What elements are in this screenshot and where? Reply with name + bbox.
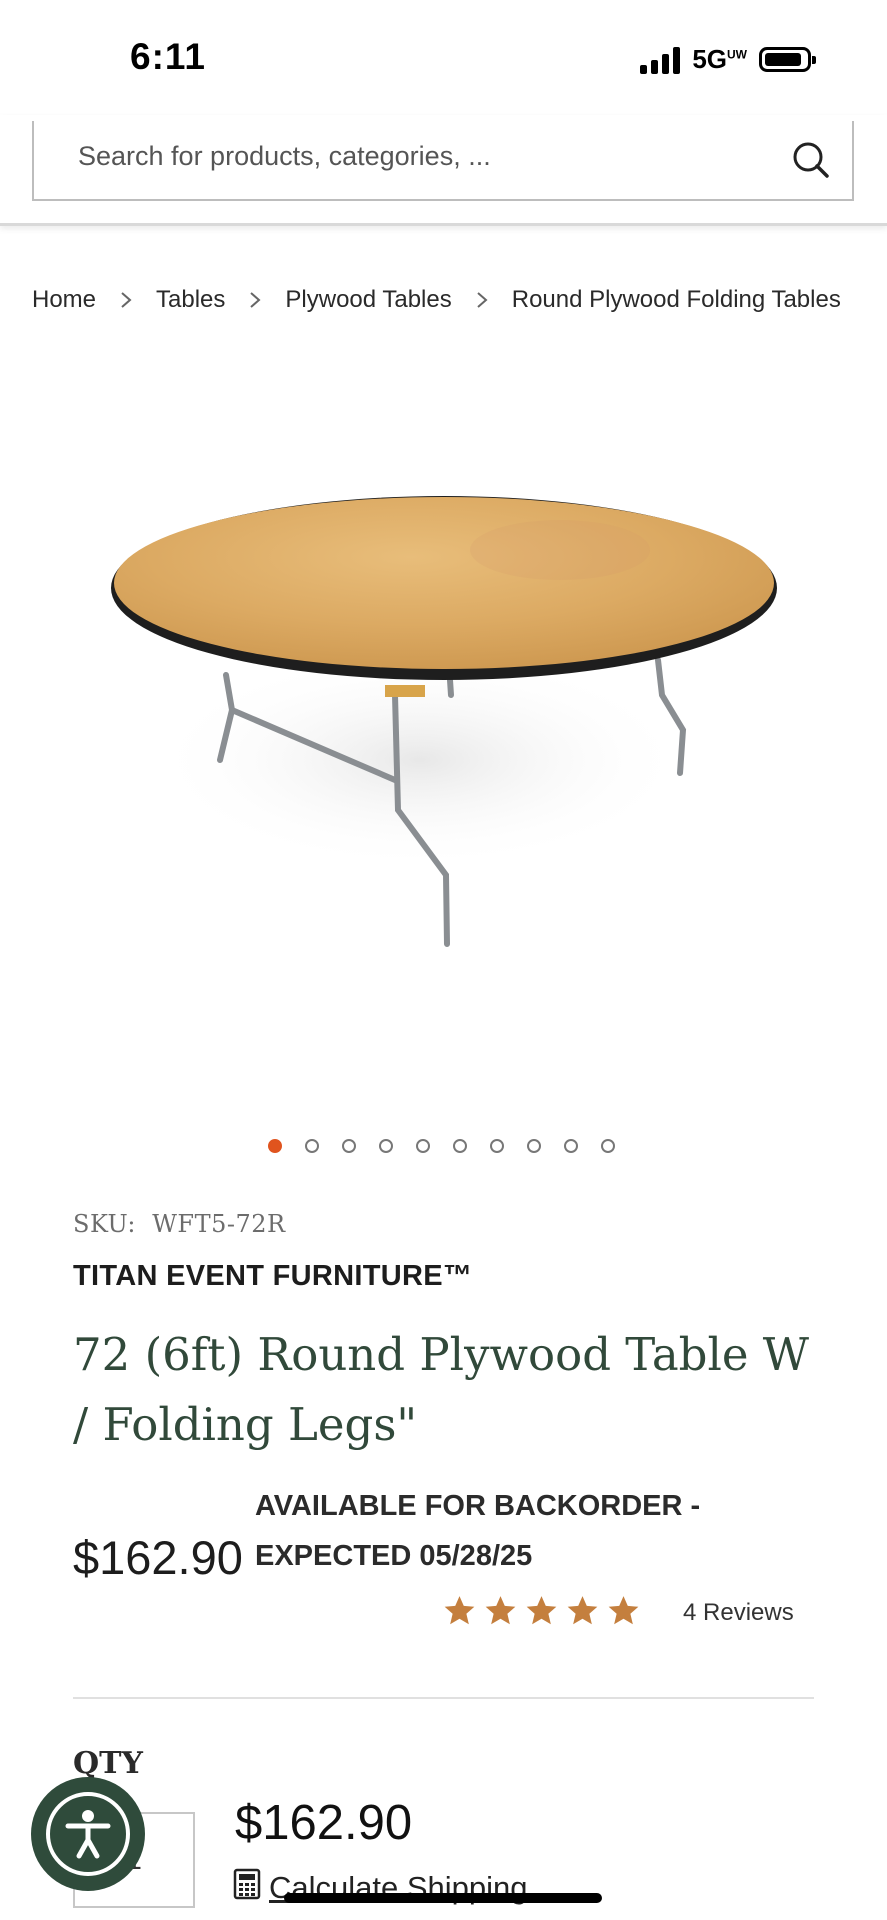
breadcrumb-home[interactable]: Home bbox=[32, 286, 96, 314]
chevron-right-icon bbox=[245, 290, 265, 310]
product-sku: SKU: WFT5-72R bbox=[73, 1210, 286, 1238]
carousel-dot-6[interactable] bbox=[453, 1139, 467, 1153]
star-icon bbox=[567, 1596, 598, 1625]
availability-status: AVAILABLE FOR BACKORDER - EXPECTED 05/28… bbox=[255, 1490, 701, 1572]
search-bar bbox=[32, 121, 854, 201]
carousel-dot-3[interactable] bbox=[342, 1139, 356, 1153]
carousel-dot-5[interactable] bbox=[416, 1139, 430, 1153]
accessibility-button[interactable] bbox=[31, 1777, 145, 1891]
status-indicators: 5GUW bbox=[640, 44, 816, 75]
image-carousel-dots bbox=[268, 1139, 615, 1153]
battery-icon bbox=[759, 47, 816, 72]
star-icon bbox=[526, 1596, 557, 1625]
star-icon bbox=[485, 1596, 516, 1625]
chevron-right-icon bbox=[116, 290, 136, 310]
divider bbox=[73, 1697, 814, 1699]
breadcrumb-plywood-tables[interactable]: Plywood Tables bbox=[285, 286, 451, 314]
carousel-dot-4[interactable] bbox=[379, 1139, 393, 1153]
rating-stars[interactable] bbox=[443, 1594, 640, 1627]
status-time: 6:11 bbox=[130, 36, 207, 77]
site-header bbox=[0, 115, 887, 226]
reviews-link[interactable]: 4 Reviews bbox=[683, 1599, 794, 1627]
subtotal-price: $162.90 bbox=[235, 1796, 413, 1850]
carousel-dot-9[interactable] bbox=[564, 1139, 578, 1153]
home-indicator bbox=[284, 1893, 602, 1903]
search-icon[interactable] bbox=[788, 137, 834, 183]
cellular-signal-icon bbox=[640, 46, 681, 74]
carousel-dot-10[interactable] bbox=[601, 1139, 615, 1153]
search-input[interactable] bbox=[78, 141, 758, 172]
carousel-dot-2[interactable] bbox=[305, 1139, 319, 1153]
network-type: 5GUW bbox=[692, 44, 747, 74]
status-bar: 6:11 5GUW bbox=[0, 0, 887, 115]
calculator-icon bbox=[233, 1868, 261, 1908]
product-price: $162.90 bbox=[73, 1531, 243, 1584]
product-image[interactable] bbox=[90, 480, 790, 970]
product-title: 72 (6ft) Round Plywood Table W / Folding… bbox=[73, 1328, 810, 1451]
qty-label: QTY bbox=[73, 1746, 143, 1781]
breadcrumb-round-plywood-folding-tables[interactable]: Round Plywood Folding Tables bbox=[512, 286, 841, 314]
carousel-dot-8[interactable] bbox=[527, 1139, 541, 1153]
product-brand: TITAN EVENT FURNITURE™ bbox=[73, 1260, 473, 1292]
carousel-dot-1[interactable] bbox=[268, 1139, 282, 1153]
chevron-right-icon bbox=[472, 290, 492, 310]
star-icon bbox=[608, 1596, 639, 1625]
breadcrumb: Home Tables Plywood Tables Round Plywood… bbox=[32, 286, 841, 314]
star-icon bbox=[444, 1596, 475, 1625]
accessibility-icon bbox=[46, 1792, 130, 1876]
carousel-dot-7[interactable] bbox=[490, 1139, 504, 1153]
breadcrumb-tables[interactable]: Tables bbox=[156, 286, 225, 314]
